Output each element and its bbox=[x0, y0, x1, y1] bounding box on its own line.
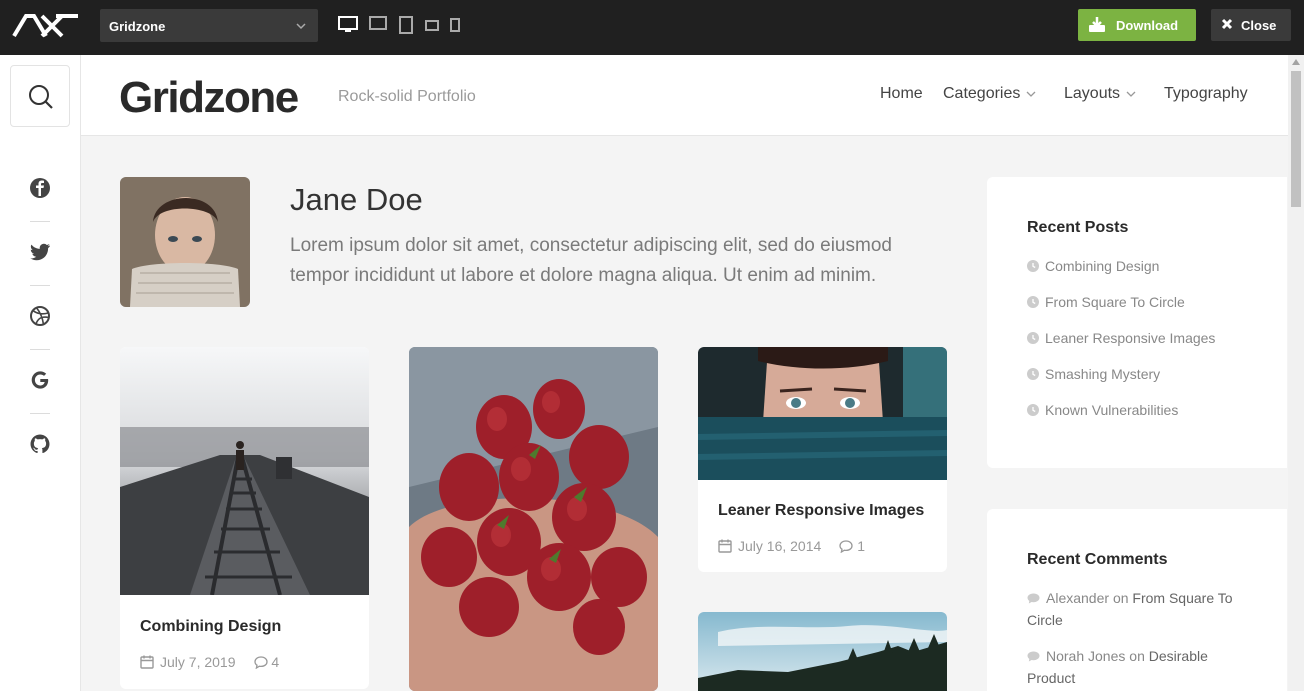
recent-post-label: Smashing Mystery bbox=[1045, 366, 1161, 382]
download-button-label: Download bbox=[1116, 18, 1179, 33]
comment-author[interactable]: Alexander bbox=[1046, 590, 1109, 606]
clock-icon bbox=[1027, 332, 1039, 344]
site-header: Gridzone Rock-solid Portfolio Home Categ… bbox=[81, 55, 1288, 136]
search-icon bbox=[29, 85, 53, 109]
calendar-icon bbox=[718, 539, 732, 553]
brand-logo-icon[interactable] bbox=[12, 12, 80, 38]
post-card[interactable] bbox=[698, 612, 947, 691]
recent-post-link[interactable]: Known Vulnerabilities bbox=[1027, 402, 1178, 418]
site-title[interactable]: Gridzone bbox=[119, 73, 299, 123]
divider bbox=[30, 349, 50, 350]
divider bbox=[30, 413, 50, 414]
post-meta: July 16, 2014 1 bbox=[718, 538, 865, 554]
clock-icon bbox=[1027, 368, 1039, 380]
scrollbar-thumb[interactable] bbox=[1291, 71, 1301, 207]
recent-post-link[interactable]: Smashing Mystery bbox=[1027, 366, 1160, 382]
laptop-icon[interactable] bbox=[369, 16, 387, 32]
post-date: July 7, 2019 bbox=[160, 654, 236, 670]
clock-icon bbox=[1027, 404, 1039, 416]
comment-count-value: 1 bbox=[857, 538, 865, 554]
theme-select-value: Gridzone bbox=[109, 19, 166, 34]
author-bio: Lorem ipsum dolor sit amet, consectetur … bbox=[290, 235, 892, 286]
search-button[interactable] bbox=[10, 65, 70, 127]
nav-item-label: Typography bbox=[1164, 85, 1248, 102]
github-icon[interactable] bbox=[28, 432, 52, 456]
recent-post-label: From Square To Circle bbox=[1045, 294, 1185, 310]
post-title[interactable]: Leaner Responsive Images bbox=[718, 502, 924, 520]
widget-title: Recent Posts bbox=[1027, 219, 1129, 236]
post-thumbnail-landscape[interactable] bbox=[698, 612, 947, 691]
post-card[interactable]: Leaner Responsive Images July 16, 2014 1 bbox=[698, 347, 947, 572]
comment-count[interactable]: 4 bbox=[253, 654, 280, 670]
nav-item-label: Layouts bbox=[1064, 85, 1121, 102]
desktop-icon[interactable] bbox=[338, 16, 358, 34]
nav-item-home[interactable]: Home bbox=[880, 85, 923, 103]
author-photo bbox=[120, 177, 250, 307]
recent-comment: Norah Jones on Desirable Product bbox=[1027, 645, 1247, 689]
left-sidebar bbox=[0, 55, 81, 691]
comment-count[interactable]: 1 bbox=[839, 538, 865, 554]
recent-comments-widget: Recent Comments Alexander on From Square… bbox=[987, 509, 1287, 691]
post-thumbnail-railroad[interactable] bbox=[120, 347, 369, 595]
recent-comment: Alexander on From Square To Circle bbox=[1027, 587, 1247, 631]
post-meta: July 7, 2019 4 bbox=[140, 654, 279, 670]
close-button[interactable]: Close bbox=[1211, 9, 1291, 41]
comment-icon bbox=[839, 540, 853, 554]
chevron-down-icon bbox=[1126, 91, 1136, 97]
divider bbox=[30, 221, 50, 222]
recent-post-link[interactable]: From Square To Circle bbox=[1027, 294, 1185, 310]
post-thumbnail-woman-eyes[interactable] bbox=[698, 347, 947, 480]
nav-item-label: Categories bbox=[943, 85, 1021, 102]
comment-bubble-icon bbox=[1027, 593, 1040, 604]
nav-item-typography[interactable]: Typography bbox=[1164, 85, 1248, 103]
phone-icon[interactable] bbox=[450, 18, 460, 32]
post-title[interactable]: Combining Design bbox=[140, 618, 281, 636]
site-tagline: Rock-solid Portfolio bbox=[338, 88, 476, 105]
google-icon[interactable] bbox=[28, 368, 52, 392]
recent-post-label: Known Vulnerabilities bbox=[1045, 402, 1179, 418]
post-date: July 16, 2014 bbox=[738, 538, 822, 554]
author-name: Jane Doe bbox=[290, 182, 423, 217]
recent-post-label: Combining Design bbox=[1045, 258, 1160, 274]
comment-count-value: 4 bbox=[271, 654, 280, 670]
widget-title: Recent Comments bbox=[1027, 551, 1168, 568]
preview-topbar: Gridzone Download Close bbox=[0, 0, 1304, 55]
clock-icon bbox=[1027, 296, 1039, 308]
post-thumbnail-strawberries[interactable] bbox=[409, 347, 658, 691]
twitter-icon[interactable] bbox=[28, 240, 52, 264]
tablet-icon[interactable] bbox=[399, 16, 413, 34]
download-tray-icon bbox=[1089, 17, 1105, 32]
comment-icon bbox=[253, 656, 268, 670]
scroll-up-arrow-icon[interactable] bbox=[1292, 59, 1300, 65]
recent-posts-widget: Recent Posts Combining Design From Squar… bbox=[987, 177, 1287, 468]
clock-icon bbox=[1027, 260, 1039, 272]
post-card[interactable] bbox=[409, 347, 658, 691]
chevron-down-icon bbox=[1026, 91, 1036, 97]
divider bbox=[30, 285, 50, 286]
nav-item-layouts[interactable]: Layouts bbox=[1064, 85, 1136, 103]
recent-post-label: Leaner Responsive Images bbox=[1045, 330, 1216, 346]
tablet-landscape-icon[interactable] bbox=[425, 20, 439, 31]
download-button[interactable]: Download bbox=[1078, 9, 1196, 41]
facebook-icon[interactable] bbox=[28, 176, 52, 200]
recent-post-link[interactable]: Leaner Responsive Images bbox=[1027, 330, 1215, 346]
close-icon bbox=[1221, 18, 1233, 30]
recent-post-link[interactable]: Combining Design bbox=[1027, 258, 1159, 274]
comment-on-label: on bbox=[1112, 590, 1129, 606]
author-avatar bbox=[120, 177, 250, 307]
dribbble-icon[interactable] bbox=[28, 304, 52, 328]
post-card[interactable]: Combining Design July 7, 2019 4 bbox=[120, 347, 369, 689]
theme-select[interactable]: Gridzone bbox=[100, 9, 318, 42]
chevron-down-icon bbox=[296, 23, 306, 30]
page-scrollbar[interactable] bbox=[1288, 55, 1304, 691]
comment-bubble-icon bbox=[1027, 651, 1040, 662]
nav-item-label: Home bbox=[880, 85, 923, 102]
calendar-icon bbox=[140, 655, 154, 669]
comment-on-label: on bbox=[1129, 648, 1145, 664]
comment-author[interactable]: Norah Jones bbox=[1046, 648, 1125, 664]
close-button-label: Close bbox=[1241, 18, 1277, 33]
nav-item-categories[interactable]: Categories bbox=[943, 85, 1036, 103]
